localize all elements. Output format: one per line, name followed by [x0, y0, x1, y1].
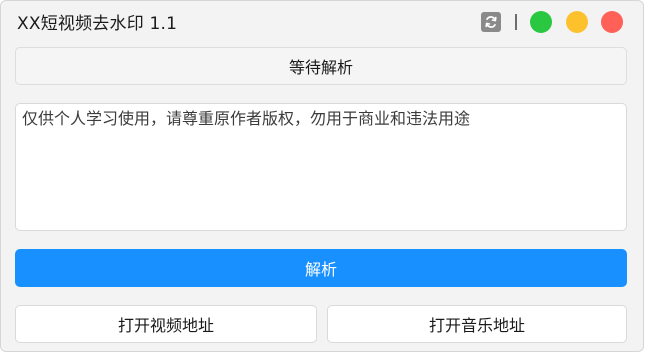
minimize-button[interactable]: [566, 11, 588, 33]
maximize-button[interactable]: [530, 11, 552, 33]
share-link-input[interactable]: 仅供个人学习使用，请尊重原作者版权，勿用于商业和违法用途: [15, 103, 627, 231]
open-music-url-button[interactable]: 打开音乐地址: [327, 305, 627, 343]
refresh-icon[interactable]: [481, 12, 501, 32]
title-bar: XX短视频去水印 1.1: [1, 1, 643, 41]
parse-status-text: 等待解析: [288, 58, 353, 77]
parse-button[interactable]: 解析: [15, 249, 627, 287]
parse-status-bar: 等待解析: [15, 47, 627, 85]
refresh-icon-glyph: [485, 16, 497, 28]
close-button[interactable]: [601, 11, 623, 33]
open-video-url-button[interactable]: 打开视频地址: [15, 305, 317, 343]
toolbar-divider: [515, 14, 517, 30]
window-title: XX短视频去水印 1.1: [17, 14, 178, 34]
app-window: XX短视频去水印 1.1 等待解析 仅供个人学习使用，请尊重原作者版权，勿用于商…: [0, 0, 644, 352]
